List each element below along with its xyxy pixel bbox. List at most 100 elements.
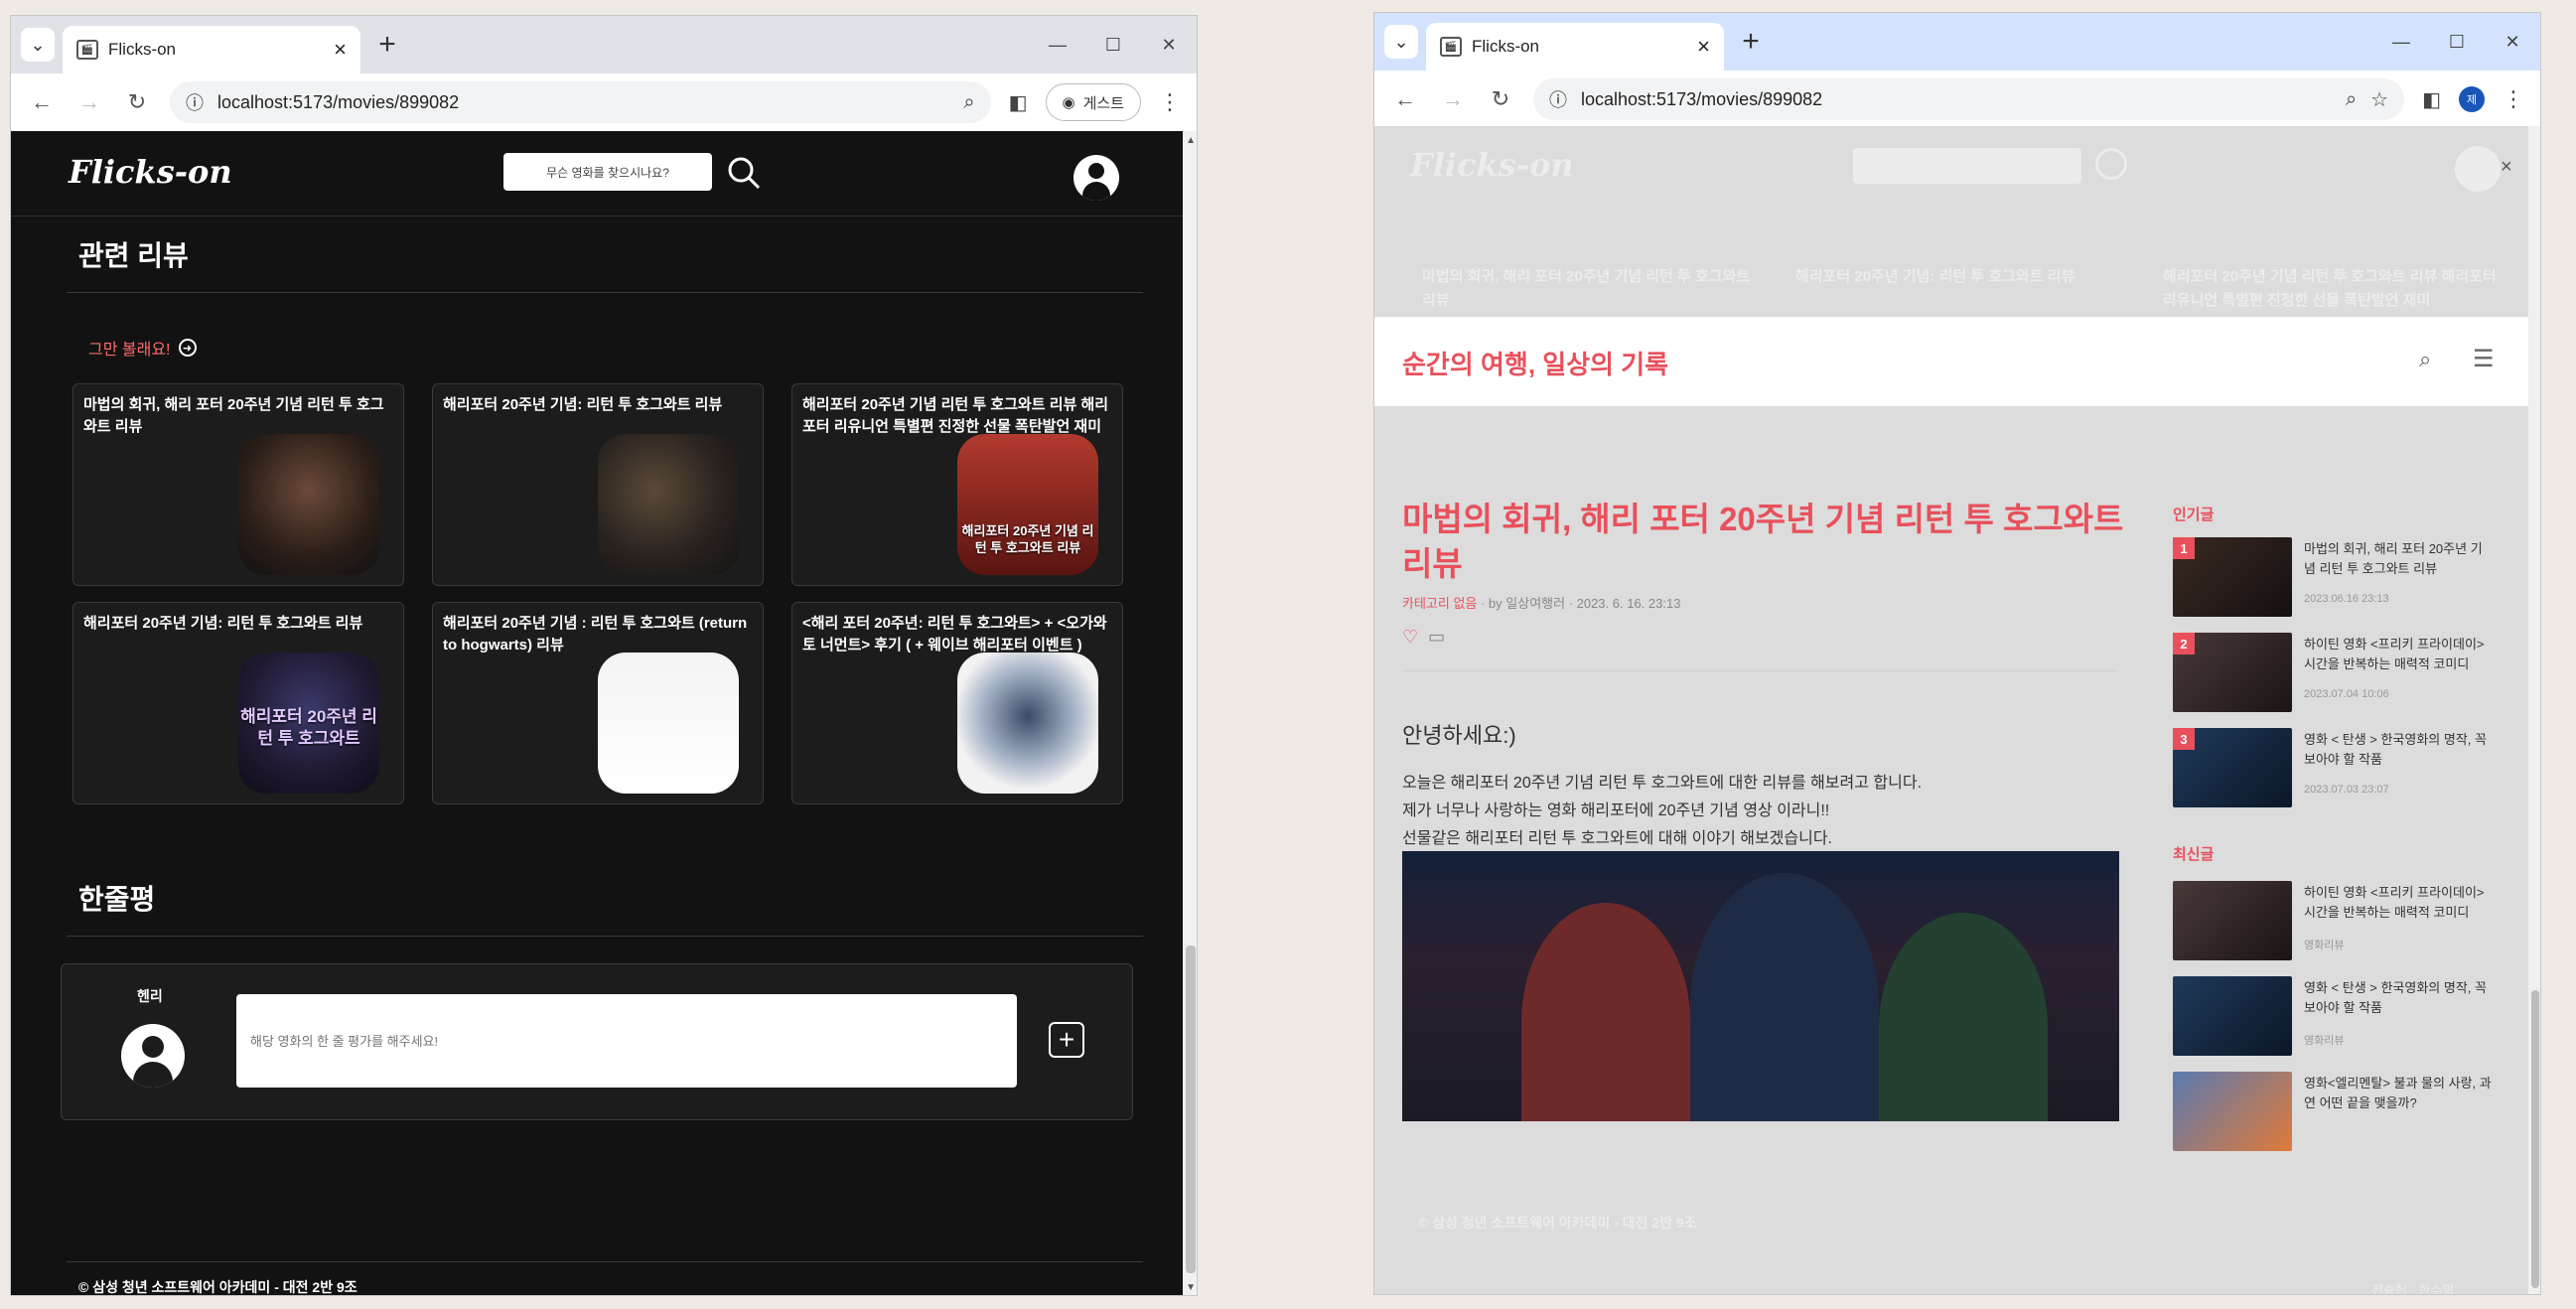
- comment-input[interactable]: [236, 994, 1017, 1088]
- clapperboard-icon: 🎬: [76, 40, 98, 60]
- address-row: ← → ↻ ⓘ localhost:5173/movies/899082 ⌕ ☆…: [1374, 71, 2540, 128]
- review-title: 마법의 회귀, 해리 포터 20주년 기념 리턴 투 호그와트 리뷰: [83, 396, 384, 435]
- maximize-button[interactable]: ☐: [2429, 13, 2485, 71]
- post-actions: ♡ ▭: [1402, 627, 1445, 648]
- close-tab-icon[interactable]: ×: [1697, 34, 1710, 60]
- tab-search-dropdown[interactable]: ⌄: [1384, 25, 1418, 59]
- new-tab-button[interactable]: +: [370, 28, 404, 62]
- close-window-button[interactable]: ✕: [1141, 16, 1197, 73]
- maximize-button[interactable]: ☐: [1085, 16, 1141, 73]
- scroll-thumb[interactable]: [1186, 945, 1196, 1273]
- close-modal-icon[interactable]: ×: [2501, 156, 2512, 179]
- comment-icon[interactable]: ▭: [1428, 627, 1445, 648]
- minimize-button[interactable]: —: [2373, 13, 2429, 71]
- latest-post[interactable]: 영화<엘리멘탈> 불과 물의 사랑, 과연 어떤 끝을 맺을까?: [2173, 1072, 2492, 1151]
- footer-divider: [67, 1261, 1143, 1262]
- address-bar[interactable]: ⓘ localhost:5173/movies/899082 ⌕: [170, 81, 991, 123]
- url-text: localhost:5173/movies/899082: [217, 91, 460, 112]
- comment-form: 헨리 +: [61, 963, 1133, 1120]
- menu-icon[interactable]: ⋮: [1159, 89, 1181, 115]
- user-avatar-icon: [121, 1024, 185, 1088]
- user-avatar-icon[interactable]: [1073, 155, 1119, 201]
- side-panel-icon[interactable]: ◧: [1009, 90, 1028, 115]
- review-card[interactable]: 마법의 회귀, 해리 포터 20주년 기념 리턴 투 호그와트 리뷰: [72, 383, 404, 586]
- movie-search-input[interactable]: 무슨 영화를 찾으시나요?: [503, 153, 712, 191]
- stop-watching-button[interactable]: 그만 볼래요! ➜: [88, 336, 197, 360]
- address-bar[interactable]: ⓘ localhost:5173/movies/899082 ⌕ ☆: [1533, 78, 2405, 120]
- reload-icon[interactable]: ↻: [1486, 86, 1515, 112]
- site-logo[interactable]: Flicks-on: [69, 153, 232, 191]
- post-title: 하이틴 영화 <프리키 프라이데이> 시간을 반복하는 매력적 코미디: [2304, 637, 2485, 671]
- minimize-button[interactable]: —: [1030, 16, 1085, 73]
- scrollbar[interactable]: ▲ ▼: [1183, 131, 1197, 1295]
- post-line: 오늘은 해리포터 20주년 기념 리턴 투 호그와트에 대한 리뷰를 해보려고 …: [1402, 775, 1923, 792]
- browser-tab[interactable]: 🎬 Flicks-on ×: [1426, 23, 1724, 71]
- latest-post[interactable]: 하이틴 영화 <프리키 프라이데이> 시간을 반복하는 매력적 코미디 영화리뷰: [2173, 881, 2491, 960]
- scrollbar[interactable]: [2528, 126, 2540, 1294]
- review-title: 해리포터 20주년 기념 리턴 투 호그와트 리뷰 해리포터 리유니언 특별편 …: [802, 396, 1109, 435]
- page-viewport: Flicks-on 무슨 영화를 찾으시나요? 관련 리뷰 그만 볼래요! ➜ …: [11, 131, 1197, 1295]
- post-category[interactable]: 카테고리 없음: [1402, 596, 1477, 611]
- forward-icon[interactable]: →: [1438, 86, 1468, 112]
- bookmark-star-icon[interactable]: ☆: [2370, 87, 2388, 112]
- site-info-icon[interactable]: ⓘ: [1549, 86, 1567, 112]
- post-date: 2023.07.03 23:07: [2304, 784, 2389, 796]
- back-icon[interactable]: ←: [27, 89, 57, 115]
- scroll-up-icon[interactable]: ▲: [1186, 135, 1196, 146]
- new-tab-button[interactable]: +: [1734, 25, 1768, 59]
- dimmed-search: [1853, 148, 2081, 184]
- stop-label: 그만 볼래요!: [88, 342, 171, 359]
- review-card[interactable]: 해리포터 20주년 기념 : 리턴 투 호그와트 (return to hogw…: [432, 602, 764, 804]
- scroll-down-icon[interactable]: ▼: [1186, 1282, 1196, 1293]
- latest-post[interactable]: 영화 < 탄생 > 한국영화의 명작, 꼭 보아야 할 작품 영화리뷰: [2173, 976, 2491, 1056]
- heart-icon[interactable]: ♡: [1402, 627, 1418, 648]
- post-title: 영화<엘리멘탈> 불과 물의 사랑, 과연 어떤 끝을 맺을까?: [2304, 1076, 2492, 1110]
- tab-search-dropdown[interactable]: ⌄: [21, 28, 55, 62]
- tab-title: Flicks-on: [1472, 37, 1540, 56]
- zoom-icon[interactable]: ⌕: [963, 91, 974, 114]
- review-title: 해리포터 20주년 기념: 리턴 투 호그와트 리뷰: [443, 396, 723, 413]
- popular-post[interactable]: 1 마법의 회귀, 해리 포터 20주년 기념 리턴 투 호그와트 리뷰 202…: [2173, 537, 2491, 617]
- post-meta: 카테고리 없음 · by 일상여행러 · 2023. 6. 16. 23:13: [1402, 593, 1680, 612]
- blog-title[interactable]: 순간의 여행, 일상의 기록: [1402, 345, 1668, 381]
- review-card[interactable]: 해리포터 20주년 기념 리턴 투 호그와트 리뷰 해리포터 리유니언 특별편 …: [791, 383, 1123, 586]
- side-panel-icon[interactable]: ◧: [2422, 87, 2441, 112]
- post-thumbnail: [2173, 976, 2292, 1056]
- dimmed-avatar-icon: [2455, 146, 2501, 192]
- reload-icon[interactable]: ↻: [122, 89, 152, 115]
- person-icon: ◉: [1062, 94, 1075, 111]
- dimmed-footer-credits: 전승헌 · 한수영: [2371, 1283, 2455, 1295]
- hamburger-menu-icon[interactable]: ☰: [2473, 345, 2495, 373]
- dimmed-review-title: 해리포터 20주년 기념: 리턴 투 호그와트 리뷰: [1795, 268, 2075, 285]
- site-info-icon[interactable]: ⓘ: [186, 89, 204, 115]
- search-icon[interactable]: [724, 153, 764, 193]
- profile-avatar[interactable]: 제: [2459, 86, 2485, 112]
- post-greeting: 안녕하세요:): [1402, 723, 1516, 748]
- actor-figure: [1690, 873, 1879, 1121]
- close-tab-icon[interactable]: ×: [334, 37, 347, 63]
- popular-post[interactable]: 2 하이틴 영화 <프리키 프라이데이> 시간을 반복하는 매력적 코미디 20…: [2173, 633, 2491, 712]
- menu-icon[interactable]: ⋮: [2503, 86, 2524, 112]
- post-line: 선물같은 해리포터 리턴 투 호그와트에 대해 이야기 해보겠습니다.: [1402, 830, 1833, 847]
- search-icon[interactable]: ⌕: [2419, 347, 2431, 372]
- post-date: 2023.07.04 10:06: [2304, 688, 2389, 700]
- popular-post[interactable]: 3 영화 < 탄생 > 한국영화의 명작, 꼭 보아야 할 작품 2023.07…: [2173, 728, 2491, 807]
- divider: [1402, 670, 2117, 671]
- dimmed-search-icon: [2095, 148, 2127, 180]
- review-thumbnail: [957, 653, 1098, 794]
- forward-icon[interactable]: →: [74, 89, 104, 115]
- review-thumbnail: [598, 653, 739, 794]
- add-comment-icon[interactable]: +: [1049, 1022, 1084, 1058]
- browser-tab[interactable]: 🎬 Flicks-on ×: [63, 26, 360, 73]
- back-icon[interactable]: ←: [1390, 86, 1420, 112]
- close-window-button[interactable]: ✕: [2485, 13, 2540, 71]
- clapperboard-icon: 🎬: [1440, 37, 1462, 57]
- review-card[interactable]: 해리포터 20주년 기념: 리턴 투 호그와트 리뷰 해리포터 20주년 리턴 …: [72, 602, 404, 804]
- guest-profile-button[interactable]: ◉ 게스트: [1045, 83, 1141, 121]
- scroll-thumb[interactable]: [2531, 990, 2539, 1288]
- review-card[interactable]: 해리포터 20주년 기념: 리턴 투 호그와트 리뷰: [432, 383, 764, 586]
- review-card[interactable]: <해리 포터 20주년: 리턴 투 호그와트> + <오가와 토 너먼트> 후기…: [791, 602, 1123, 804]
- rank-badge: 1: [2173, 537, 2195, 559]
- zoom-icon[interactable]: ⌕: [2346, 88, 2357, 111]
- related-reviews-title: 관련 리뷰: [78, 240, 189, 271]
